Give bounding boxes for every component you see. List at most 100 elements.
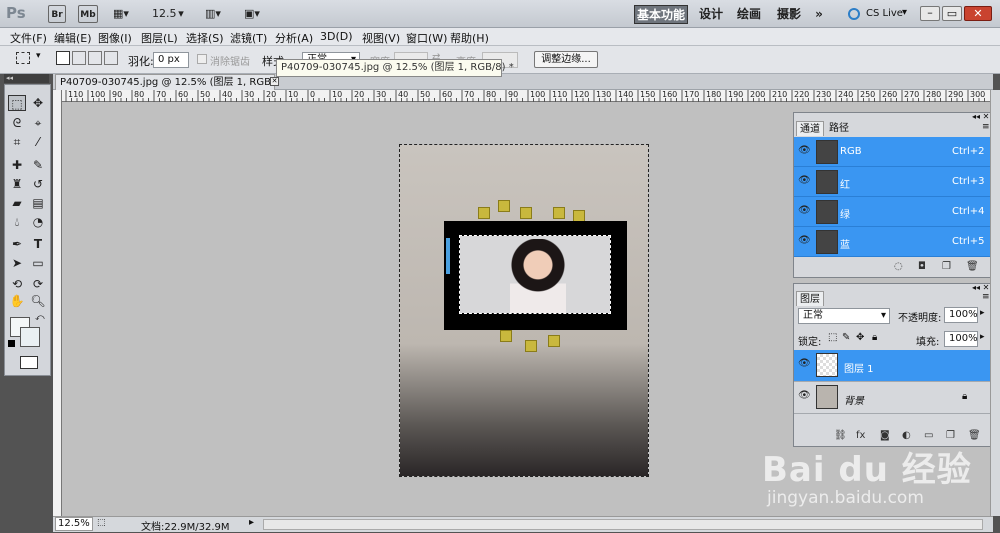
menu-help[interactable]: 帮助(H) — [450, 30, 489, 46]
blur-tool-icon[interactable]: 💧︎ — [8, 214, 26, 230]
history-brush-icon[interactable]: ↺ — [29, 176, 47, 192]
lock-all-icon[interactable]: 🔒︎ — [872, 332, 877, 343]
visibility-eye-icon[interactable]: 👁︎ — [798, 236, 811, 246]
swap-colors-icon[interactable]: ⤺ — [35, 313, 45, 323]
menu-select[interactable]: 选择(S) — [186, 30, 224, 46]
workspace-painting[interactable]: 绘画 — [734, 5, 764, 24]
new-group-icon[interactable]: ▭ — [924, 430, 933, 441]
lock-transparent-icon[interactable]: ⬚ — [828, 332, 837, 343]
visibility-eye-icon[interactable]: 👁︎ — [798, 176, 811, 186]
preset-dropdown-icon[interactable]: ▾ — [36, 51, 41, 61]
new-channel-icon[interactable]: ❐ — [942, 261, 951, 272]
menu-3d[interactable]: 3D(D) — [320, 30, 353, 43]
default-colors-icon[interactable] — [8, 340, 15, 347]
load-selection-icon[interactable]: ◌ — [894, 261, 903, 272]
link-layers-icon[interactable]: ⛓︎ — [834, 430, 847, 441]
tab-layers[interactable]: 图层 — [796, 291, 824, 306]
pasted-layer-frame[interactable] — [444, 221, 627, 330]
save-selection-icon[interactable]: ◘ — [918, 261, 926, 272]
intersect-selection-icon[interactable] — [104, 51, 118, 65]
menu-view[interactable]: 视图(V) — [362, 30, 400, 46]
brush-tool-icon[interactable]: ✎ — [29, 157, 47, 173]
menu-filter[interactable]: 滤镜(T) — [230, 30, 267, 46]
lock-position-icon[interactable]: ✥ — [856, 332, 864, 343]
layer-row-background[interactable]: 👁︎ 背景 🔒︎ — [794, 382, 994, 414]
panel-menu-icon[interactable]: ≡ — [982, 122, 990, 132]
menu-image[interactable]: 图像(I) — [98, 30, 132, 46]
tab-channels[interactable]: 通道 — [796, 121, 824, 136]
visibility-eye-icon[interactable]: 👁︎ — [798, 391, 811, 401]
zoom-tool-icon[interactable]: 🔍︎ — [29, 293, 47, 309]
status-zoom[interactable]: 12.5% — [55, 517, 93, 531]
photo-document[interactable] — [399, 144, 649, 477]
path-select-icon[interactable]: ➤ — [8, 255, 26, 271]
bridge-button[interactable]: Br — [48, 5, 66, 23]
cslive-button[interactable]: CS Live — [866, 8, 903, 19]
close-button[interactable]: ✕ — [964, 6, 992, 21]
horizontal-scrollbar[interactable] — [263, 519, 983, 530]
document-tab-close-icon[interactable]: ✕ — [270, 77, 279, 86]
pen-tool-icon[interactable]: ✒ — [8, 236, 26, 252]
fill-arrow-icon[interactable]: ▸ — [980, 332, 985, 342]
minibridge-button[interactable]: Mb — [78, 5, 98, 23]
clone-stamp-icon[interactable]: ♜ — [8, 176, 26, 192]
eyedropper-icon[interactable]: ⁄ — [29, 134, 47, 150]
view-extras-icon[interactable]: ▦▾ — [108, 5, 134, 23]
feather-input[interactable]: 0 px — [153, 52, 189, 68]
screen-mode-icon[interactable]: ▣▾ — [238, 5, 266, 23]
marquee-preset-icon[interactable] — [16, 52, 30, 64]
status-zoom-icon[interactable]: ⬚ — [97, 518, 106, 528]
menu-layer[interactable]: 图层(L) — [141, 30, 178, 46]
subtract-selection-icon[interactable] — [88, 51, 102, 65]
eraser-tool-icon[interactable]: ▰ — [8, 195, 26, 211]
add-selection-icon[interactable] — [72, 51, 86, 65]
workspace-design[interactable]: 设计 — [696, 5, 726, 24]
adjustment-layer-icon[interactable]: ◐ — [902, 430, 911, 441]
layer-style-icon[interactable]: fx — [856, 430, 865, 441]
visibility-eye-icon[interactable]: 👁︎ — [798, 359, 811, 369]
crop-tool-icon[interactable]: ⌗ — [8, 134, 26, 150]
panel-collapse-icon[interactable]: ◂◂ ✕ — [972, 112, 989, 121]
workspace-essentials[interactable]: 基本功能 — [634, 5, 688, 24]
gradient-tool-icon[interactable]: ▤ — [29, 195, 47, 211]
channel-row-rgb[interactable]: 👁︎ RGB Ctrl+2 — [794, 137, 994, 167]
refine-edge-button[interactable]: 调整边缘... — [534, 51, 598, 68]
menu-window[interactable]: 窗口(W) — [406, 30, 447, 46]
type-tool-icon[interactable]: T — [29, 236, 47, 252]
menu-analysis[interactable]: 分析(A) — [275, 30, 313, 46]
lock-pixels-icon[interactable]: ✎ — [842, 332, 850, 343]
hand-tool-icon[interactable]: ✋ — [8, 293, 26, 309]
layer-mask-icon[interactable]: ◙ — [880, 430, 890, 441]
3d-orbit-icon[interactable]: ⟳ — [29, 276, 47, 292]
healing-brush-icon[interactable]: ✚ — [8, 157, 26, 173]
antialias-checkbox[interactable] — [197, 54, 207, 64]
blend-mode-select[interactable]: 正常 ▾ — [798, 308, 890, 324]
panel-collapse-icon[interactable]: ◂◂ ✕ — [972, 283, 989, 292]
move-tool-icon[interactable]: ✥ — [29, 95, 47, 111]
background-color-swatch[interactable] — [20, 327, 40, 347]
quick-mask-icon[interactable] — [20, 356, 38, 369]
visibility-eye-icon[interactable]: 👁︎ — [798, 206, 811, 216]
channel-row-blue[interactable]: 👁︎ 蓝 Ctrl+5 — [794, 227, 994, 257]
layer-selection[interactable] — [446, 235, 611, 314]
collapse-dock-icon[interactable]: ◂◂ — [4, 74, 49, 83]
more-workspaces-button[interactable]: » — [810, 5, 828, 24]
menu-edit[interactable]: 编辑(E) — [54, 30, 92, 46]
zoom-level[interactable]: 12.5 — [152, 5, 177, 23]
status-menu-arrow-icon[interactable]: ▸ — [249, 517, 254, 528]
channel-row-green[interactable]: 👁︎ 绿 Ctrl+4 — [794, 197, 994, 227]
arrange-documents-icon[interactable]: ▥▾ — [200, 5, 226, 23]
rectangular-marquee-icon[interactable]: ⬚ — [8, 95, 26, 111]
restore-button[interactable]: ▭ — [942, 6, 962, 21]
new-layer-icon[interactable]: ❐ — [946, 430, 955, 441]
lasso-tool-icon[interactable]: ᘓ — [8, 115, 26, 131]
new-selection-icon[interactable] — [56, 51, 70, 65]
vertical-scrollbar[interactable] — [990, 90, 1000, 516]
minimize-button[interactable]: – — [920, 6, 940, 21]
tab-paths[interactable]: 路径 — [826, 121, 852, 136]
visibility-eye-icon[interactable]: 👁︎ — [798, 146, 811, 156]
delete-layer-icon[interactable]: 🗑︎ — [968, 430, 981, 441]
layer-row-layer1[interactable]: 👁︎ 图层 1 — [794, 350, 994, 382]
cslive-dropdown-icon[interactable]: ▾ — [902, 7, 907, 18]
shape-tool-icon[interactable]: ▭ — [29, 255, 47, 271]
